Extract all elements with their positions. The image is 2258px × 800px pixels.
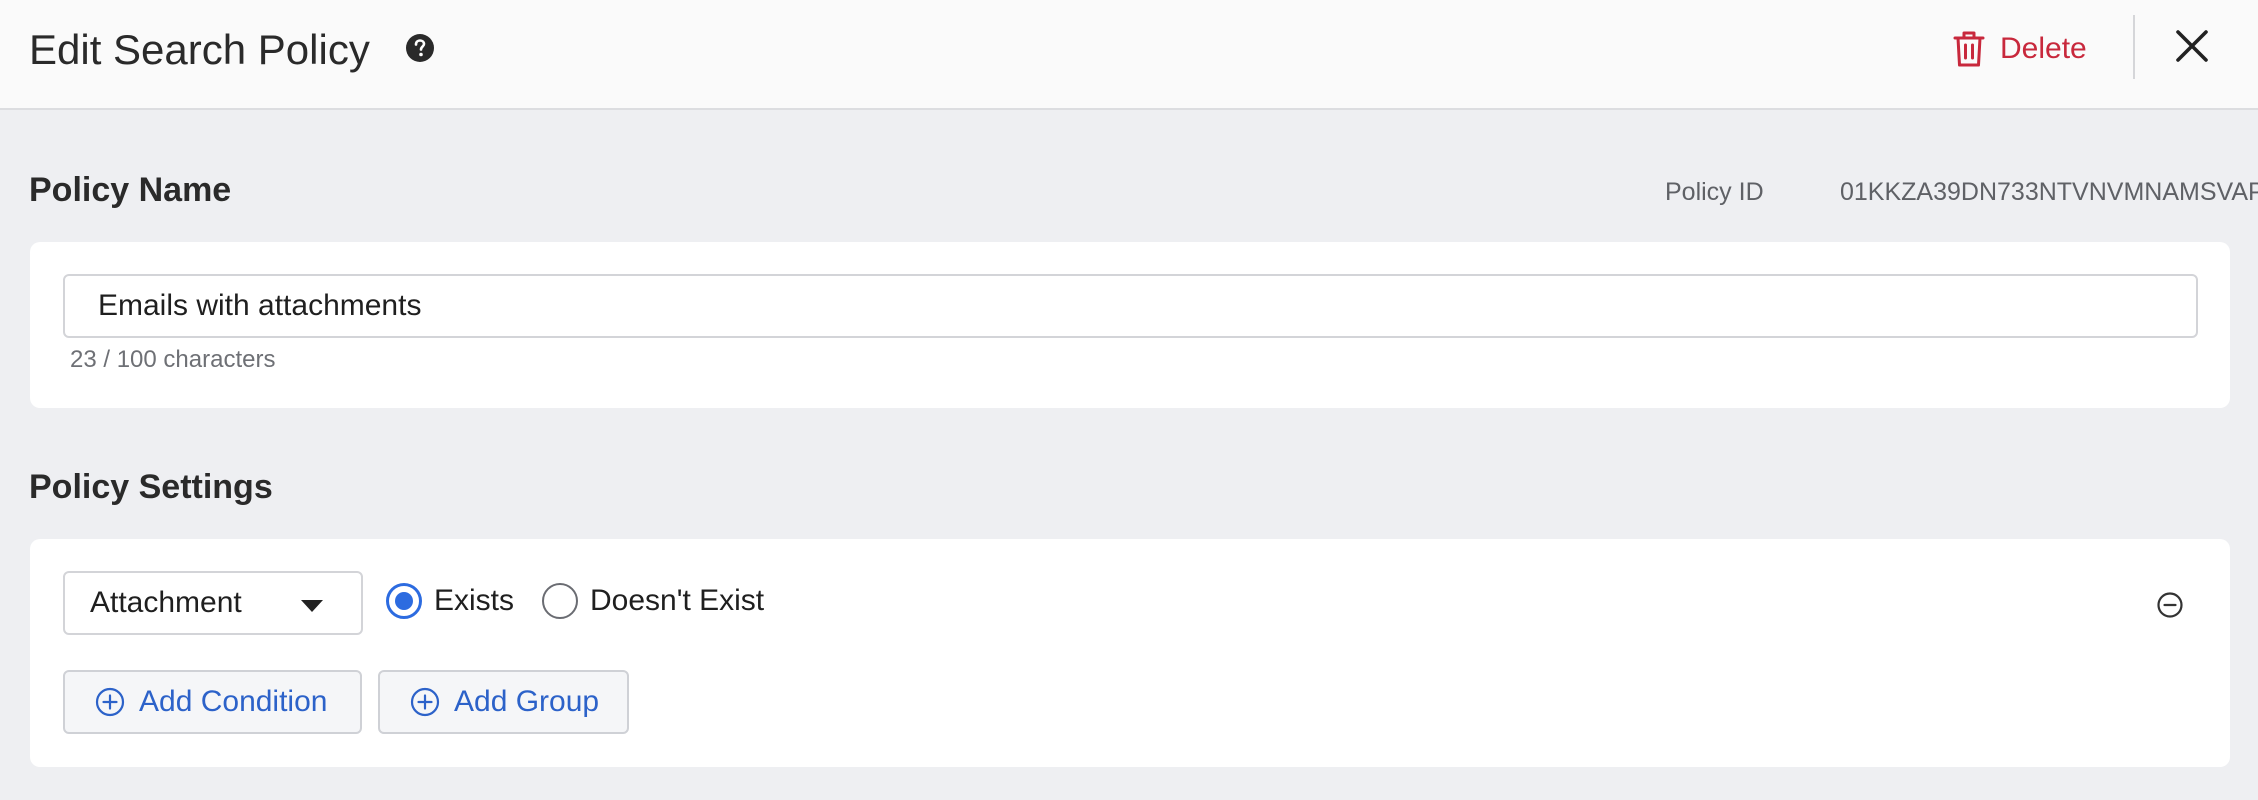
exists-radio[interactable]: Exists <box>386 583 514 619</box>
policy-settings-card: Attachment Exists Doesn't Exist Add Cond… <box>30 539 2230 767</box>
policy-id-label: Policy ID <box>1665 178 1764 206</box>
condition-field-value: Attachment <box>90 586 242 619</box>
trash-icon <box>1953 31 1985 67</box>
policy-name-card: 23 / 100 characters <box>30 242 2230 408</box>
close-icon[interactable] <box>2174 28 2210 64</box>
add-group-button[interactable]: Add Group <box>378 670 629 734</box>
character-count: 23 / 100 characters <box>70 346 276 373</box>
plus-circle-icon <box>95 687 125 717</box>
radio-unchecked-icon <box>542 583 578 619</box>
doesnt-exist-label: Doesn't Exist <box>590 584 765 617</box>
policy-name-input[interactable] <box>63 274 2198 338</box>
delete-label: Delete <box>2000 32 2087 65</box>
add-condition-label: Add Condition <box>139 685 328 718</box>
page-title: Edit Search Policy <box>29 26 370 73</box>
plus-circle-icon <box>410 687 440 717</box>
exists-label: Exists <box>434 584 515 617</box>
radio-checked-icon <box>386 583 422 619</box>
add-group-label: Add Group <box>454 685 600 718</box>
minus-circle-icon[interactable] <box>2156 591 2184 619</box>
header-divider <box>2133 15 2135 79</box>
doesnt-exist-radio[interactable]: Doesn't Exist <box>542 583 764 619</box>
dialog-header: Edit Search Policy Delete <box>0 0 2258 110</box>
caret-down-icon <box>301 600 323 612</box>
policy-settings-heading: Policy Settings <box>29 468 273 506</box>
policy-id-value: 01KKZA39DN733NTVNVMNAMSVAP <box>1840 178 2258 206</box>
policy-name-heading: Policy Name <box>29 171 232 209</box>
question-circle-icon[interactable] <box>405 33 435 63</box>
condition-field-select[interactable]: Attachment <box>63 571 363 635</box>
delete-button[interactable]: Delete <box>1952 26 2087 72</box>
add-condition-button[interactable]: Add Condition <box>63 670 362 734</box>
